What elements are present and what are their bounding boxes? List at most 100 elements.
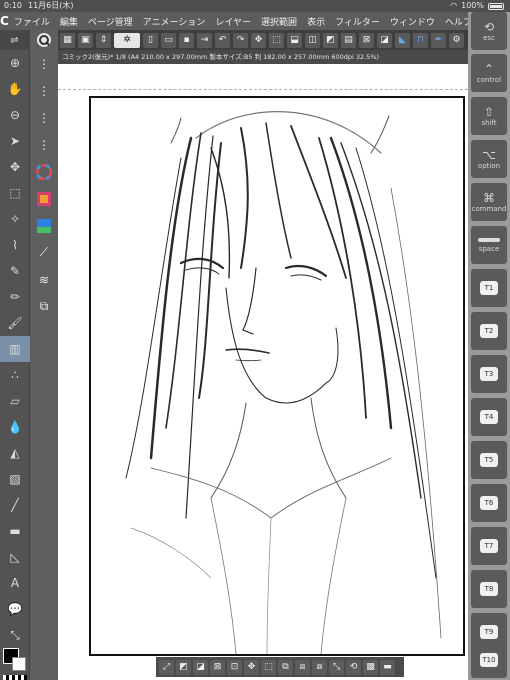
layer-search-icon[interactable]: ⋮ [30,50,58,77]
move-layer-icon[interactable]: ✥ [0,154,30,180]
airbrush-icon[interactable]: ∴ [0,362,30,388]
pencil-icon[interactable]: ✏ [0,284,30,310]
brush-icon[interactable]: 🖌 [0,310,30,336]
search-icon[interactable] [30,30,58,50]
figure-icon[interactable]: ╱ [0,492,30,518]
redo-icon[interactable]: ↷ [233,32,248,48]
layer-palette-icon[interactable]: ⧉ [30,293,58,320]
edge-key-t8[interactable]: T8 [471,570,507,608]
fill-bucket-icon[interactable]: ◭ [0,440,30,466]
intermediate-color-icon[interactable] [30,212,58,239]
rotate-left-icon[interactable]: ◩ [176,659,191,675]
menu-selection[interactable]: 選択範囲 [256,15,302,28]
menu-layer[interactable]: レイヤー [210,15,256,28]
transparent-color-swatch[interactable] [3,675,27,680]
ruler-tool-icon[interactable]: ◺ [0,544,30,570]
frame-border-icon[interactable]: ▬ [0,518,30,544]
menu-filter[interactable]: フィルター [330,15,385,28]
color-wheel-icon[interactable] [30,158,58,185]
brush-density-icon[interactable]: ≋ [30,266,58,293]
flip-vertical-icon[interactable]: ⊡ [227,659,242,675]
menu-file[interactable]: ファイル [9,15,55,28]
draft-icon[interactable]: ▤ [341,32,356,48]
document-tab[interactable]: コミック2(復元)* 1/8 (A4 210.00 x 297.00mm 製本サ… [58,50,468,64]
edge-key-t2[interactable]: T2 [471,312,507,350]
hand-icon[interactable]: ✋ [0,76,30,102]
layer-property-icon[interactable]: ▣ [78,32,93,48]
scale-icon[interactable]: ⤡ [329,659,344,675]
edge-key-command[interactable]: ⌘ command [471,183,507,221]
edge-key-t6[interactable]: T6 [471,484,507,522]
eyedropper-icon[interactable]: ⌇ [0,232,30,258]
flip-icon[interactable]: ⬓ [287,32,302,48]
auto-select-icon[interactable]: ✧ [0,206,30,232]
invert-icon[interactable]: ◪ [377,32,392,48]
edge-key-shift[interactable]: ⇧ shift [471,97,507,135]
menu-view[interactable]: 表示 [302,15,330,28]
blend-icon[interactable]: 💧 [0,414,30,440]
fit-view-icon[interactable]: ⤢ [159,659,174,675]
shade-icon[interactable]: ◪ [193,659,208,675]
save-icon[interactable]: ▪ [179,32,194,48]
paste-icon[interactable]: ⧈ [295,659,310,675]
transform-view-icon[interactable]: ⬚ [261,659,276,675]
flip-horizontal-icon[interactable]: ⊠ [210,659,225,675]
edge-key-t10[interactable]: T10 [471,642,507,678]
copy-icon[interactable]: ⧉ [278,659,293,675]
correct-line-icon[interactable]: ⤡ [0,622,30,648]
open-file-icon[interactable]: ▭ [161,32,176,48]
ruler-icon[interactable]: ◣ [395,32,410,48]
export-icon[interactable]: ⇥ [197,32,212,48]
edge-key-esc[interactable]: ⟲ esc [471,12,507,50]
balloon-icon[interactable]: 💬 [0,596,30,622]
edge-key-option[interactable]: ⌥ option [471,140,507,178]
undo-icon[interactable]: ↶ [215,32,230,48]
tool-palette-grip[interactable]: ⇌ [0,30,29,50]
edge-key-t1[interactable]: T1 [471,269,507,307]
gradient-icon[interactable]: ▧ [0,466,30,492]
brush-size-icon[interactable]: ⟋ [30,239,58,266]
selection-icon[interactable]: ⬚ [0,180,30,206]
sub-view-icon[interactable]: ⋮ [30,104,58,131]
zoom-out-icon[interactable]: ⊖ [0,102,30,128]
rotate-icon[interactable]: ⟲ [346,659,361,675]
material-icon[interactable]: ⋮ [30,131,58,158]
zoom-icon[interactable]: ⊕ [0,50,30,76]
color-set-icon[interactable] [30,185,58,212]
edge-key-t7[interactable]: T7 [471,527,507,565]
transform-icon[interactable]: ⬚ [269,32,284,48]
text-icon[interactable]: A [0,570,30,596]
fill-icon[interactable]: ◩ [323,32,338,48]
new-file-icon[interactable]: ▯ [143,32,158,48]
edge-key-control[interactable]: ⌃ control [471,54,507,92]
manga-page[interactable] [89,96,465,656]
decoration-icon[interactable]: ▥ [0,336,30,362]
canvas-area[interactable] [58,64,468,680]
edge-key-t5[interactable]: T5 [471,441,507,479]
move-icon[interactable]: ✥ [251,32,266,48]
operation-icon[interactable]: ➤ [0,128,30,154]
gesture-icon[interactable]: ✲ [114,32,140,48]
eraser-icon[interactable]: ▱ [0,388,30,414]
pen-pressure-icon[interactable]: ✒ [431,32,446,48]
menu-window[interactable]: ウィンドウ [385,15,440,28]
menu-animation[interactable]: アニメーション [138,15,211,28]
edge-key-t3[interactable]: T3 [471,355,507,393]
settings-icon[interactable]: ⚙ [449,32,464,48]
edge-key-space[interactable]: space [471,226,507,264]
app-logo-icon[interactable]: C [0,12,9,30]
edge-key-t4[interactable]: T4 [471,398,507,436]
selection-clear-icon[interactable]: ⊠ [359,32,374,48]
grid-view-icon[interactable]: ▦ [60,32,75,48]
pan-icon[interactable]: ✥ [244,659,259,675]
pen-icon[interactable]: ✎ [0,258,30,284]
stepper-icon[interactable]: ⇕ [96,32,111,48]
navigator-icon[interactable]: ⋮ [30,77,58,104]
menu-edit[interactable]: 編集 [55,15,83,28]
transparency-icon[interactable]: ▩ [363,659,378,675]
more-icon[interactable]: ▬ [380,659,395,675]
sub-color-swatch[interactable] [12,657,26,671]
clear-icon[interactable]: ◫ [305,32,320,48]
menu-page[interactable]: ページ管理 [83,15,138,28]
duplicate-icon[interactable]: ⧇ [312,659,327,675]
